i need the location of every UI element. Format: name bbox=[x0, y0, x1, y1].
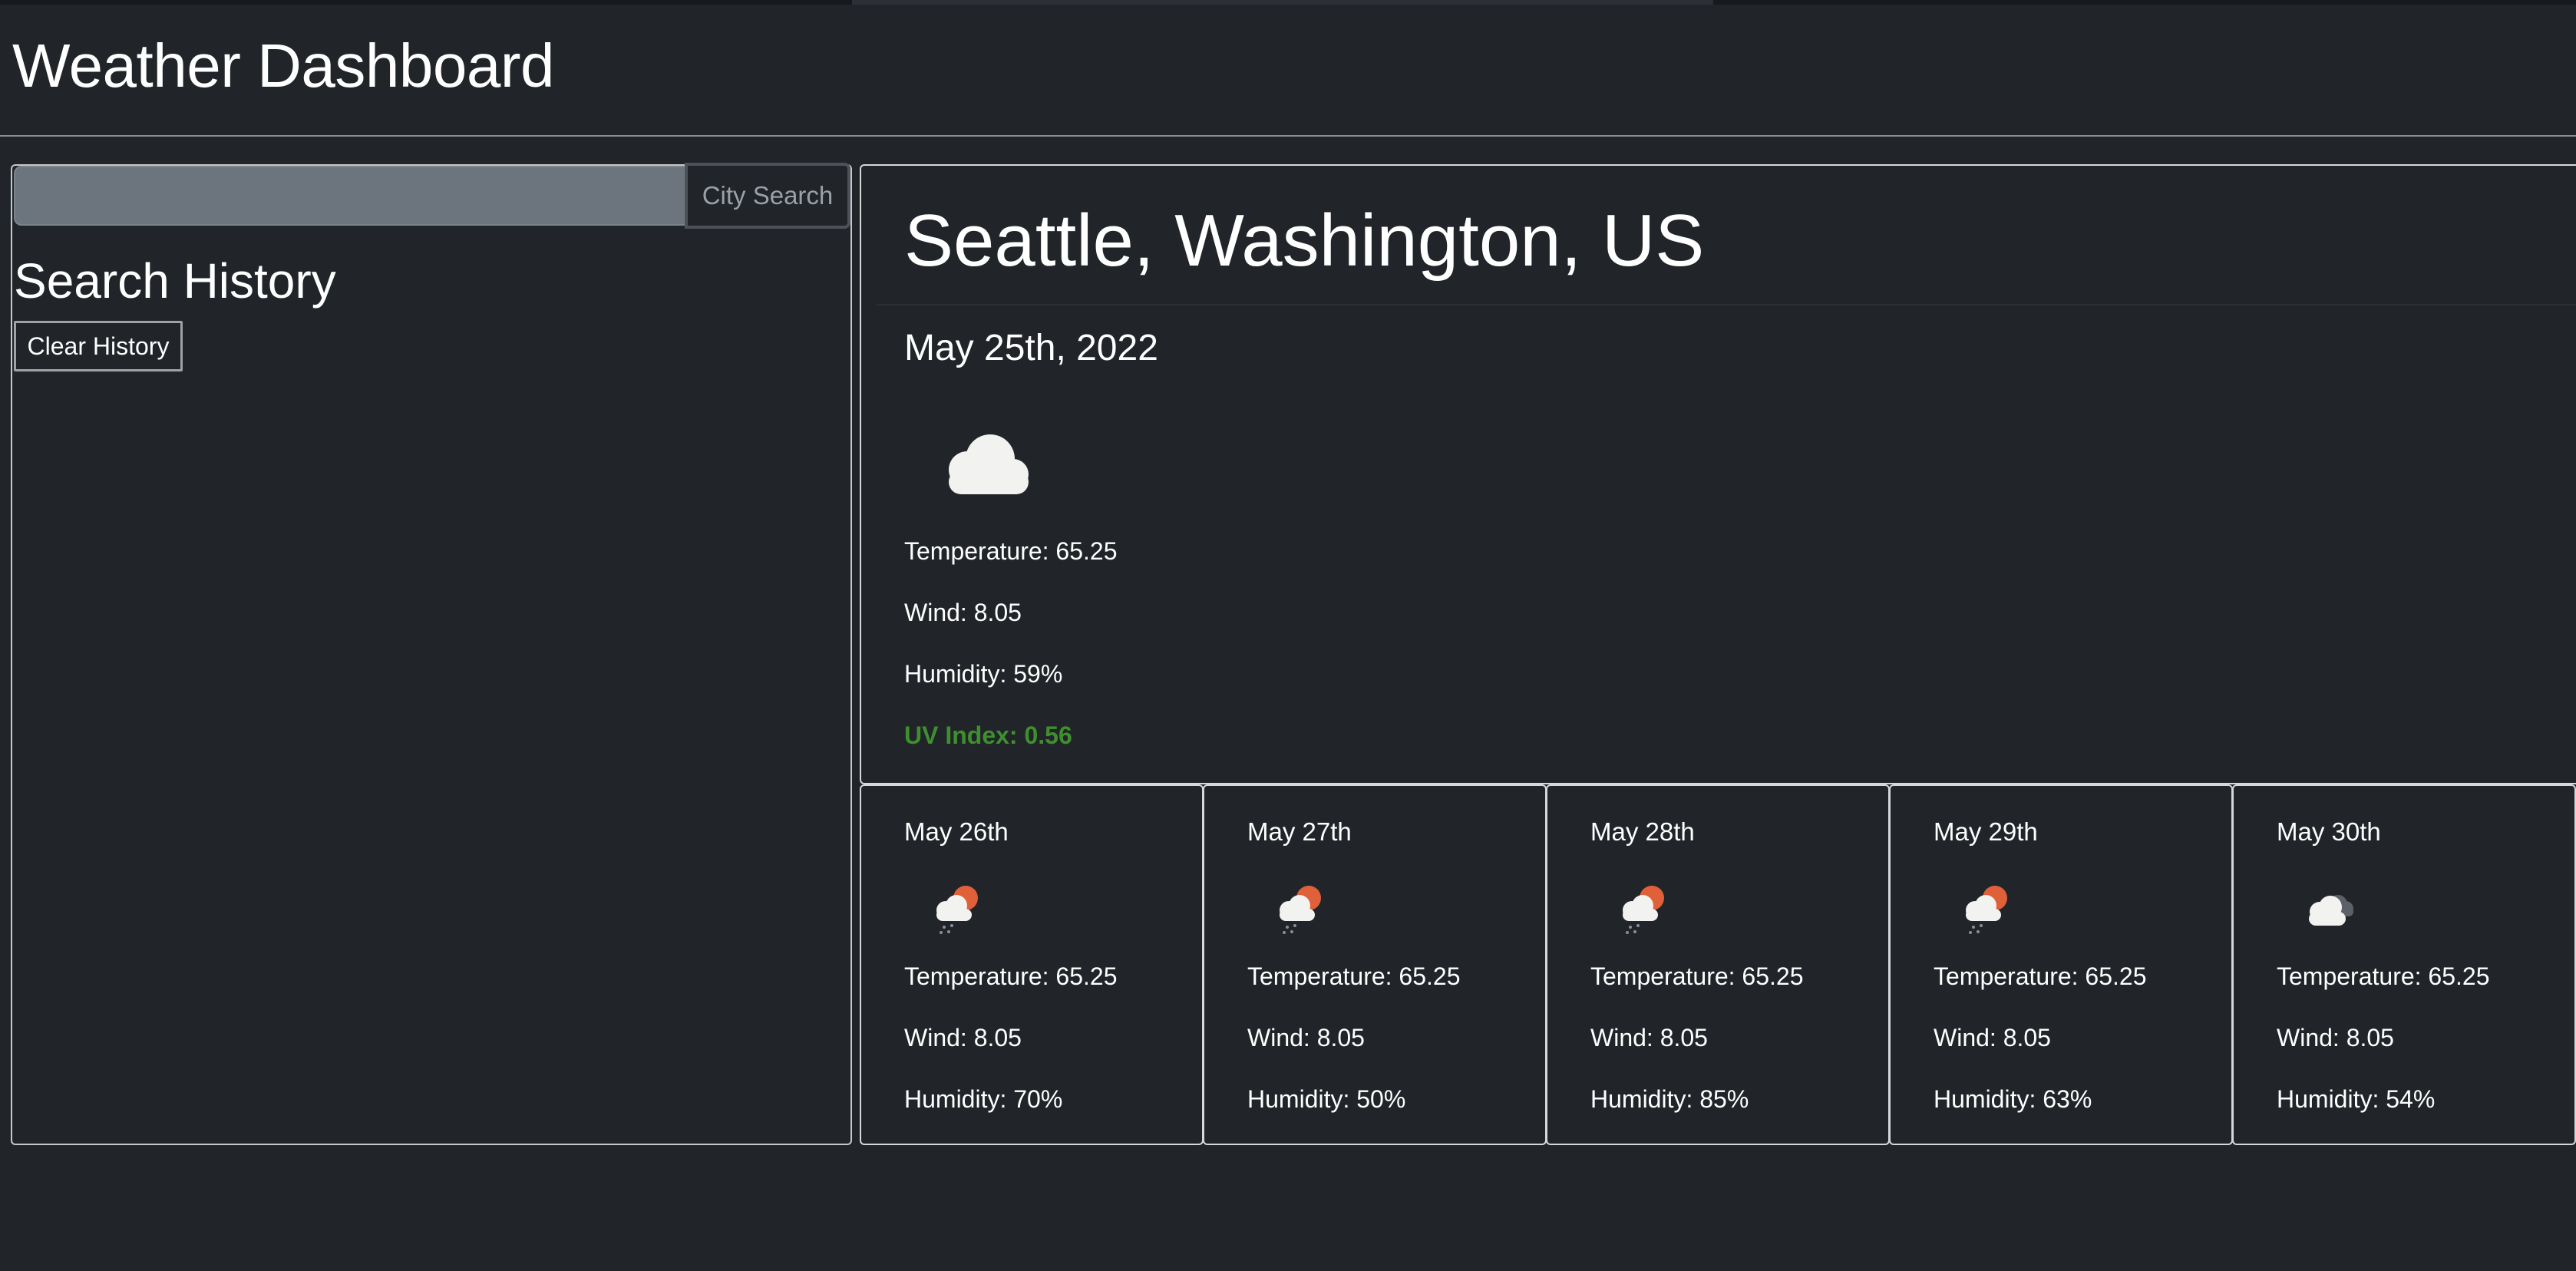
forecast-humidity: Humidity: 85% bbox=[1590, 1085, 1749, 1113]
broken-clouds-icon bbox=[2309, 895, 2353, 926]
app-header: Weather Dashboard bbox=[0, 5, 2576, 137]
forecast-card: May 28th Temperature: 65.25 Wind: 8.05 H… bbox=[1546, 784, 1890, 1145]
card-divider bbox=[877, 304, 2576, 305]
current-wind: Wind: 8.05 bbox=[904, 599, 1022, 626]
forecast-date: May 27th bbox=[1247, 817, 1352, 846]
forecast-humidity: Humidity: 70% bbox=[904, 1085, 1063, 1113]
forecast-wind: Wind: 8.05 bbox=[904, 1024, 1022, 1051]
search-row: City Search bbox=[14, 163, 852, 229]
forecast-temperature: Temperature: 65.25 bbox=[1590, 962, 1804, 990]
forecast-date: May 30th bbox=[2277, 817, 2381, 846]
forecast-humidity: Humidity: 63% bbox=[1934, 1085, 2092, 1113]
current-date: May 25th, 2022 bbox=[904, 328, 1158, 368]
search-history-title: Search History bbox=[14, 253, 336, 309]
forecast-temperature: Temperature: 65.25 bbox=[904, 962, 1118, 990]
city-search-input[interactable] bbox=[14, 166, 686, 226]
app-title: Weather Dashboard bbox=[12, 31, 555, 100]
clear-history-button[interactable]: Clear History bbox=[14, 321, 183, 371]
sun-cloud-rain-icon bbox=[1280, 886, 1321, 934]
forecast-date: May 26th bbox=[904, 817, 1009, 846]
forecast-humidity: Humidity: 54% bbox=[2277, 1085, 2436, 1113]
current-city-title: Seattle, Washington, US bbox=[904, 200, 1705, 282]
city-search-button[interactable]: City Search bbox=[685, 163, 850, 229]
current-weather-card: Seattle, Washington, US May 25th, 2022 T… bbox=[860, 164, 2576, 784]
current-temperature: Temperature: 65.25 bbox=[904, 537, 1118, 565]
sun-cloud-rain-icon bbox=[936, 886, 978, 934]
forecast-wind: Wind: 8.05 bbox=[1590, 1024, 1708, 1051]
current-humidity: Humidity: 59% bbox=[904, 660, 1063, 688]
forecast-wind: Wind: 8.05 bbox=[1247, 1024, 1365, 1051]
cloud-icon bbox=[949, 434, 1029, 494]
forecast-card: May 30th Temperature: 65.25 Wind: 8.05 H… bbox=[2232, 784, 2576, 1145]
sun-cloud-rain-icon bbox=[1623, 886, 1664, 934]
forecast-wind: Wind: 8.05 bbox=[1934, 1024, 2051, 1051]
current-uv-index: UV Index: 0.56 bbox=[904, 721, 1072, 749]
forecast-date: May 28th bbox=[1590, 817, 1695, 846]
forecast-card: May 29th Temperature: 65.25 Wind: 8.05 H… bbox=[1889, 784, 2233, 1145]
forecast-card: May 26th Temperature: 65.25 Wind: 8.05 H… bbox=[860, 784, 1204, 1145]
sun-cloud-rain-icon bbox=[1966, 886, 2007, 934]
forecast-date: May 29th bbox=[1934, 817, 2038, 846]
forecast-temperature: Temperature: 65.25 bbox=[2277, 962, 2490, 990]
forecast-temperature: Temperature: 65.25 bbox=[1247, 962, 1461, 990]
forecast-humidity: Humidity: 50% bbox=[1247, 1085, 1406, 1113]
forecast-card: May 27th Temperature: 65.25 Wind: 8.05 H… bbox=[1203, 784, 1547, 1145]
forecast-wind: Wind: 8.05 bbox=[2277, 1024, 2394, 1051]
forecast-temperature: Temperature: 65.25 bbox=[1934, 962, 2147, 990]
search-panel: City Search Search History Clear History bbox=[11, 163, 852, 1145]
